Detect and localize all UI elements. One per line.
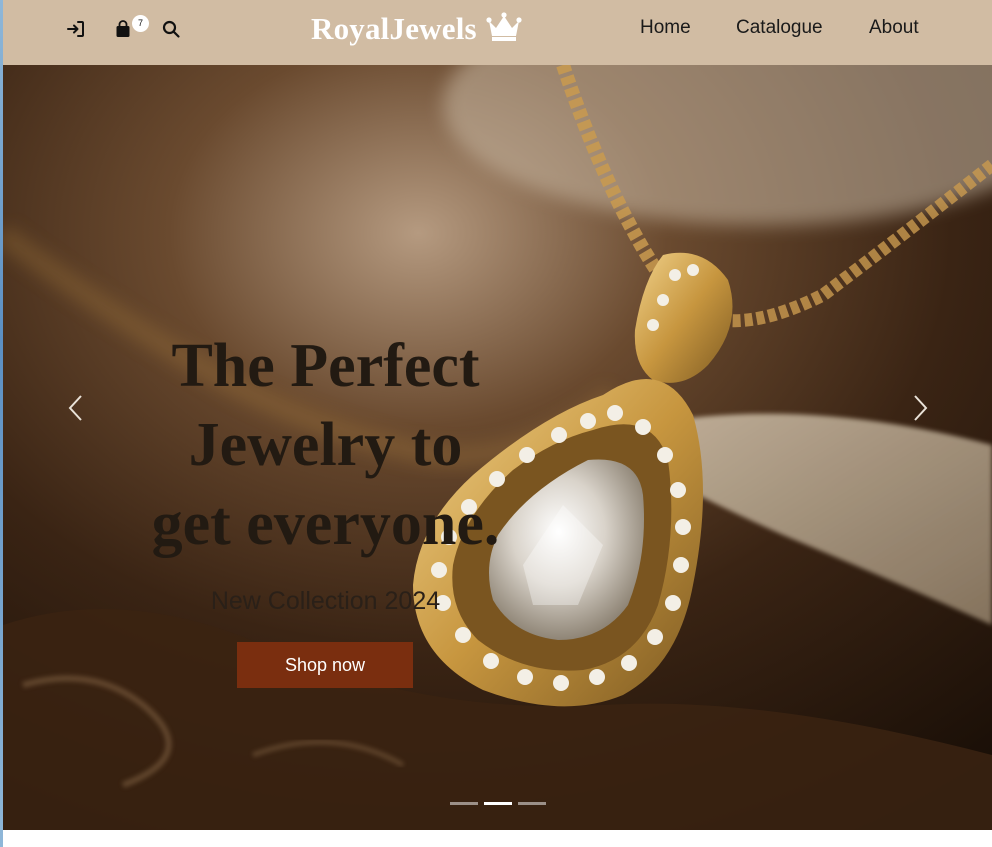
carousel-indicator-2[interactable] — [484, 802, 512, 805]
hero-subtitle: New Collection 2024 — [210, 587, 441, 615]
carousel-next-button[interactable] — [908, 392, 932, 424]
cart-count-badge: 7 — [132, 15, 149, 32]
shop-now-button[interactable]: Shop now — [237, 642, 413, 688]
login-icon[interactable] — [65, 18, 87, 40]
carousel-indicator-1[interactable] — [450, 802, 478, 805]
brand-name: RoyalJewels — [311, 11, 477, 46]
brand-logo[interactable]: RoyalJewels — [311, 9, 523, 49]
carousel-prev-button[interactable] — [64, 392, 88, 424]
navbar: 7 RoyalJewels Home Catalogue About — [3, 0, 992, 65]
nav-link-home[interactable]: Home — [640, 17, 691, 39]
chevron-right-icon — [914, 395, 928, 421]
carousel-indicator-3[interactable] — [518, 802, 546, 805]
crown-icon — [485, 11, 523, 48]
hero-title: The Perfect Jewelry to get everyone. — [151, 332, 500, 558]
shopping-bag-icon[interactable] — [112, 18, 134, 40]
hero-carousel: The Perfect Jewelry to get everyone. New… — [3, 65, 992, 830]
carousel-indicators — [450, 802, 546, 805]
chevron-left-icon — [68, 395, 82, 421]
nav-link-catalogue[interactable]: Catalogue — [736, 17, 823, 39]
search-icon[interactable] — [160, 18, 182, 40]
nav-link-about[interactable]: About — [869, 17, 919, 39]
